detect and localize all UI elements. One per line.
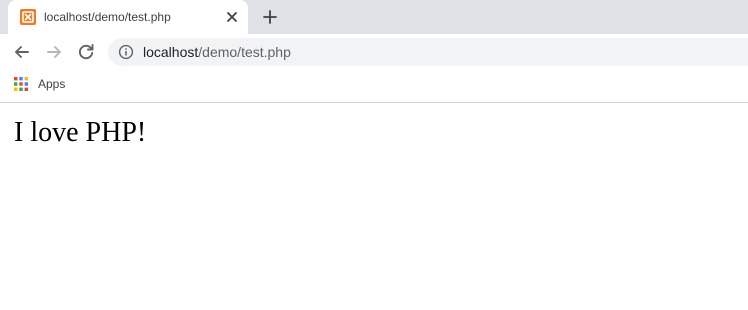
url-path: /demo/test.php (198, 44, 291, 60)
close-icon[interactable] (224, 9, 240, 25)
xampp-icon (20, 9, 36, 25)
browser-window: localhost/demo/test.php localhost/demo/t… (0, 0, 748, 310)
address-bar[interactable]: localhost/demo/test.php (108, 38, 748, 66)
page-heading: I love PHP! (14, 117, 147, 148)
url-text[interactable]: localhost/demo/test.php (143, 44, 291, 60)
apps-grid-icon (14, 77, 28, 91)
toolbar: localhost/demo/test.php (0, 34, 748, 70)
arrow-left-icon[interactable] (12, 42, 32, 62)
bookmarks-bar: Apps (0, 70, 748, 103)
tab-strip: localhost/demo/test.php (0, 0, 748, 34)
tab-title: localhost/demo/test.php (44, 10, 171, 24)
plus-icon[interactable] (260, 7, 280, 27)
url-host: localhost (143, 44, 199, 60)
page-content: I love PHP! (0, 103, 748, 310)
reload-icon[interactable] (76, 42, 96, 62)
info-icon[interactable] (118, 44, 134, 60)
tab-active[interactable]: localhost/demo/test.php (8, 0, 248, 34)
apps-label: Apps (38, 77, 66, 91)
arrow-right-icon[interactable] (44, 42, 64, 62)
